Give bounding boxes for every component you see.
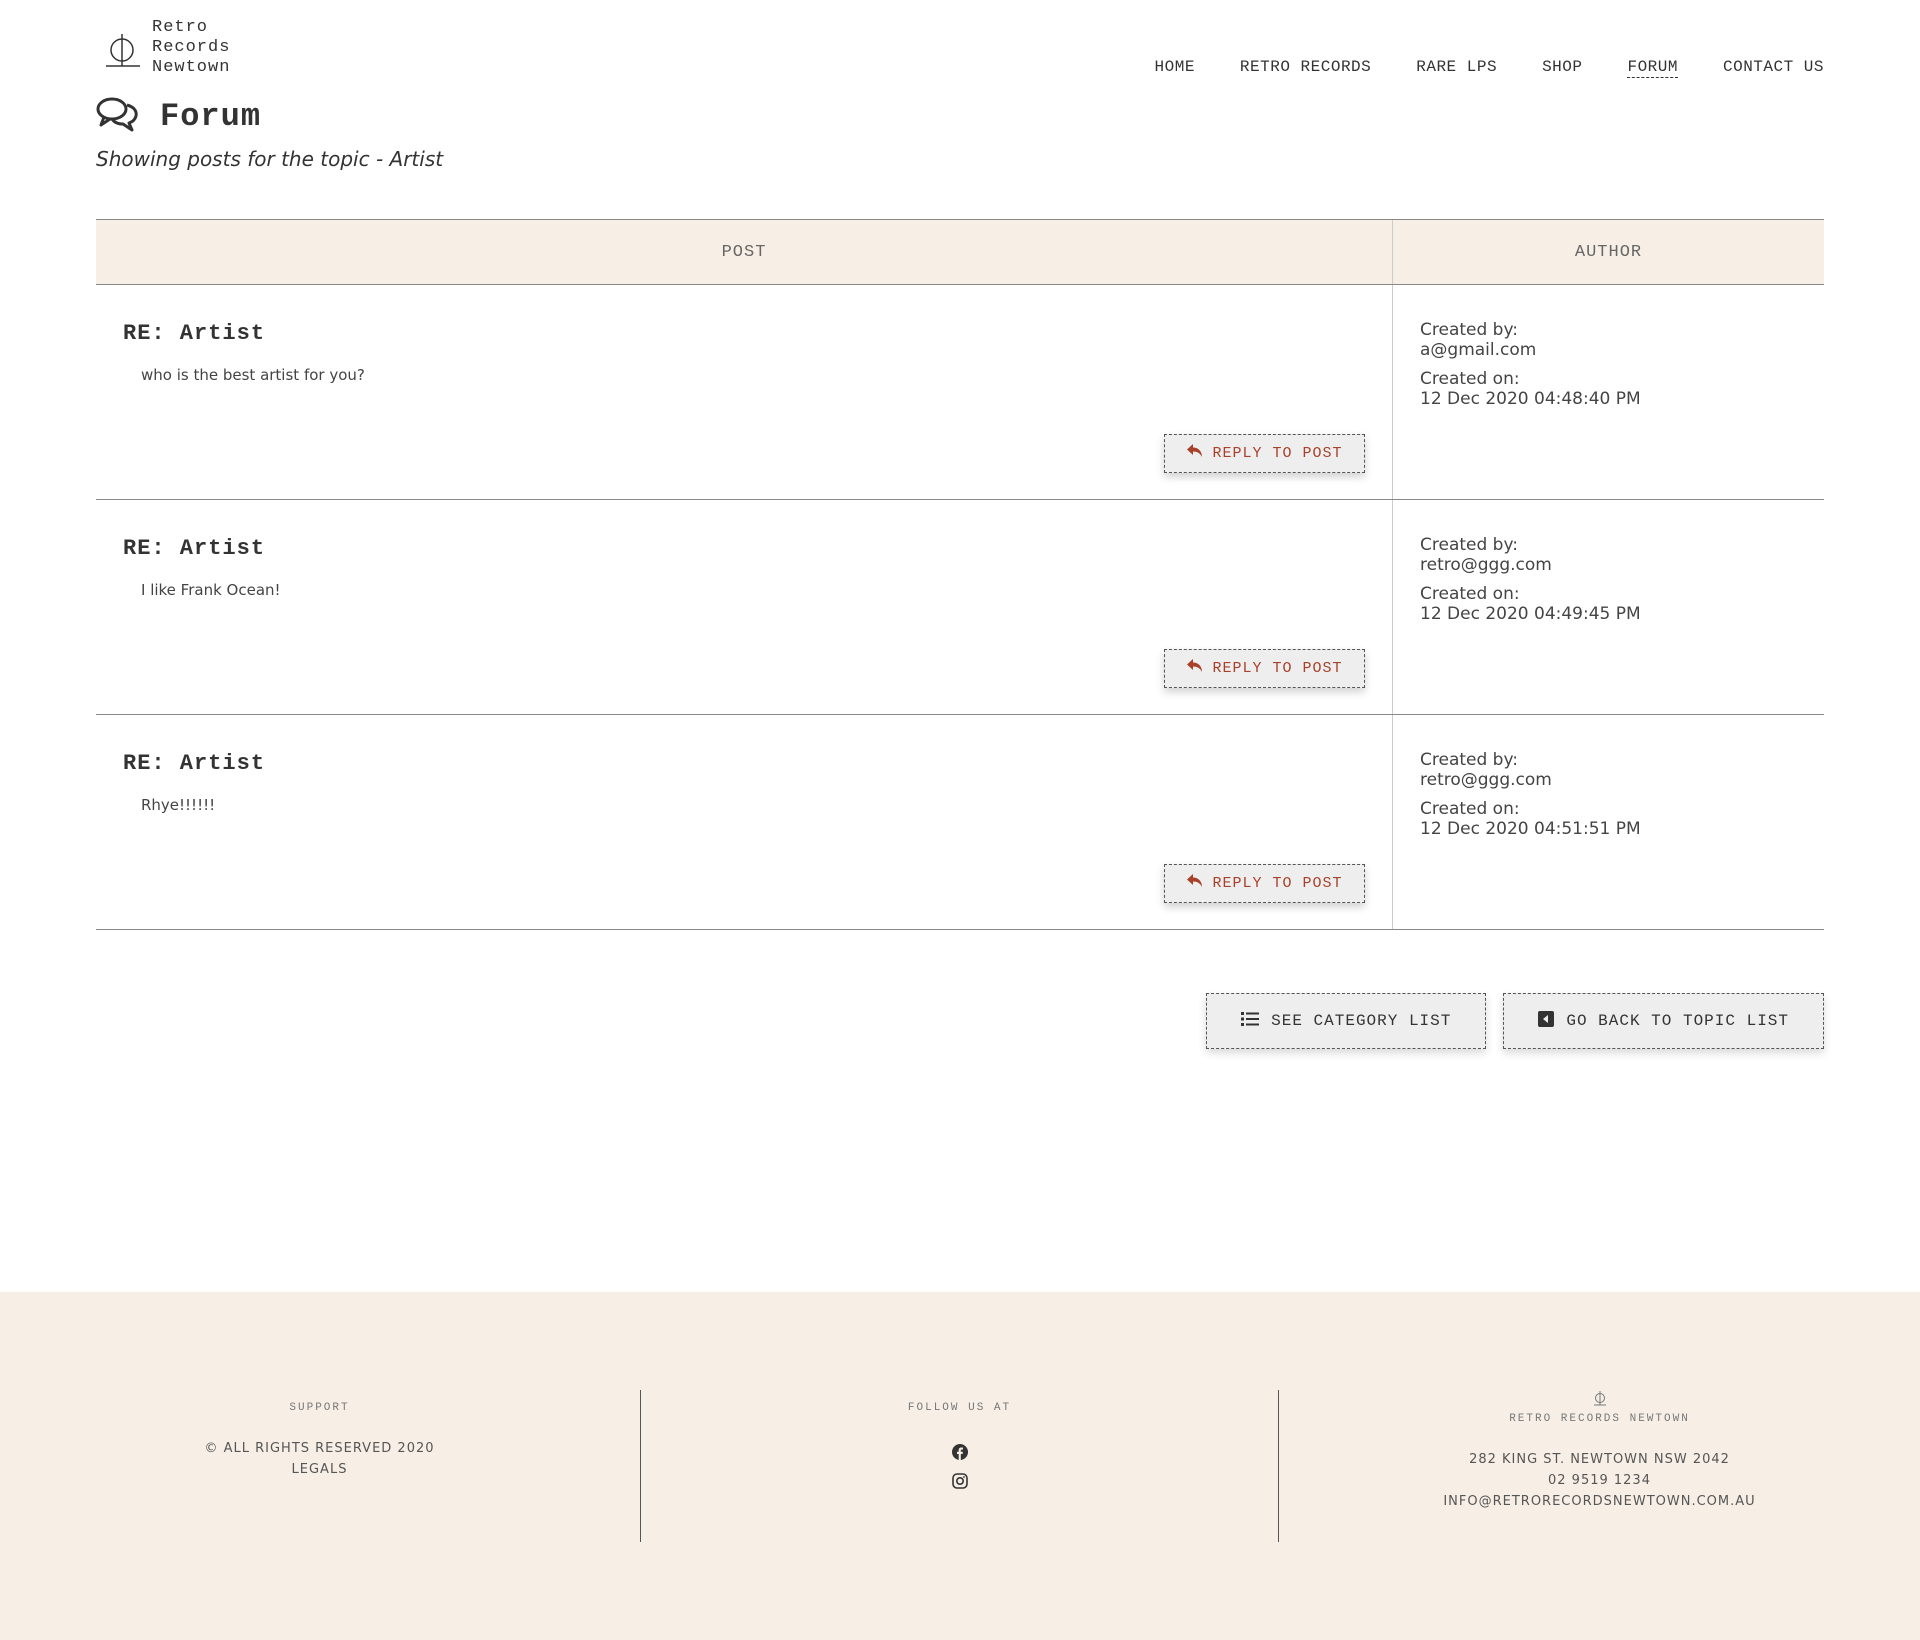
see-category-list-button[interactable]: SEE CATEGORY LIST bbox=[1206, 993, 1487, 1049]
forum-actions: SEE CATEGORY LIST GO BACK TO TOPIC LIST bbox=[1206, 993, 1824, 1049]
table-row: RE: Artist I like Frank Ocean! REPLY TO … bbox=[96, 500, 1824, 715]
author-cell: Created by: retro@ggg.com Created on: 12… bbox=[1393, 500, 1824, 714]
reply-label: REPLY TO POST bbox=[1212, 875, 1343, 892]
page-title: Forum bbox=[160, 98, 262, 135]
created-on-label: Created on: bbox=[1420, 369, 1520, 389]
logo-line-3: Newtown bbox=[152, 58, 231, 77]
author-email: retro@ggg.com bbox=[1420, 770, 1552, 790]
footer-support: SUPPORT © ALL RIGHTS RESERVED 2020 LEGAL… bbox=[0, 1390, 639, 1480]
created-by-label: Created by: bbox=[1420, 535, 1519, 555]
created-date: 12 Dec 2020 04:48:40 PM bbox=[1420, 389, 1641, 409]
site-logo[interactable]: Retro Records Newtown bbox=[106, 18, 230, 78]
store-phone[interactable]: 02 9519 1234 bbox=[1280, 1470, 1919, 1491]
list-icon bbox=[1241, 1011, 1260, 1032]
back-to-topic-list-label: GO BACK TO TOPIC LIST bbox=[1566, 1012, 1789, 1030]
post-title: RE: Artist bbox=[123, 751, 266, 776]
post-body: I like Frank Ocean! bbox=[141, 581, 281, 599]
reply-icon bbox=[1186, 873, 1204, 894]
store-address: 282 KING ST. NEWTOWN NSW 2042 bbox=[1469, 1452, 1730, 1467]
author-cell: Created by: retro@ggg.com Created on: 12… bbox=[1393, 715, 1824, 929]
reply-to-post-button[interactable]: REPLY TO POST bbox=[1164, 434, 1365, 473]
footer-contact: RETRO RECORDS NEWTOWN 282 KING ST. NEWTO… bbox=[1280, 1390, 1919, 1512]
site-header: Retro Records Newtown HOME RETRO RECORDS… bbox=[96, 18, 1824, 88]
instagram-icon[interactable] bbox=[951, 1473, 968, 1494]
logo-line-1: Retro bbox=[152, 18, 209, 37]
created-on-label: Created on: bbox=[1420, 584, 1520, 604]
created-by-label: Created by: bbox=[1420, 750, 1519, 770]
reply-icon bbox=[1186, 658, 1204, 679]
column-header-post: POST bbox=[96, 220, 1393, 284]
follow-heading: FOLLOW US AT bbox=[907, 1402, 1012, 1414]
post-body: who is the best artist for you? bbox=[141, 366, 365, 384]
nav-contact-us[interactable]: CONTACT US bbox=[1723, 58, 1824, 78]
legals-link[interactable]: LEGALS bbox=[0, 1459, 639, 1480]
footer-logo-icon bbox=[1593, 1390, 1607, 1411]
post-cell: RE: Artist who is the best artist for yo… bbox=[96, 285, 1393, 499]
created-date: 12 Dec 2020 04:49:45 PM bbox=[1420, 604, 1641, 624]
post-title: RE: Artist bbox=[123, 321, 266, 346]
post-body: Rhye!!!!!! bbox=[141, 796, 216, 814]
reply-label: REPLY TO POST bbox=[1212, 445, 1343, 462]
nav-forum[interactable]: FORUM bbox=[1627, 58, 1678, 78]
logo-line-2: Records bbox=[152, 38, 231, 57]
store-name: RETRO RECORDS NEWTOWN bbox=[1509, 1413, 1690, 1425]
reply-to-post-button[interactable]: REPLY TO POST bbox=[1164, 649, 1365, 688]
support-heading: SUPPORT bbox=[289, 1402, 350, 1414]
nav-shop[interactable]: SHOP bbox=[1542, 58, 1582, 78]
page-heading: Forum bbox=[96, 96, 261, 137]
created-by-label: Created by: bbox=[1420, 320, 1519, 340]
author-email: retro@ggg.com bbox=[1420, 555, 1552, 575]
post-title: RE: Artist bbox=[123, 536, 266, 561]
rights-text: © ALL RIGHTS RESERVED 2020 bbox=[204, 1441, 435, 1456]
table-row: RE: Artist who is the best artist for yo… bbox=[96, 285, 1824, 500]
caret-square-left-icon bbox=[1538, 1010, 1555, 1032]
comments-icon bbox=[96, 96, 138, 137]
main-nav: HOME RETRO RECORDS RARE LPS SHOP FORUM C… bbox=[1110, 58, 1824, 78]
facebook-icon[interactable] bbox=[951, 1444, 968, 1465]
nav-retro-records[interactable]: RETRO RECORDS bbox=[1240, 58, 1371, 78]
nav-rare-lps[interactable]: RARE LPS bbox=[1416, 58, 1497, 78]
site-footer: SUPPORT © ALL RIGHTS RESERVED 2020 LEGAL… bbox=[0, 1292, 1920, 1640]
reply-to-post-button[interactable]: REPLY TO POST bbox=[1164, 864, 1365, 903]
author-email: a@gmail.com bbox=[1420, 340, 1537, 360]
logo-icon bbox=[106, 26, 142, 70]
column-header-author: AUTHOR bbox=[1574, 242, 1643, 262]
logo-text: Retro Records Newtown bbox=[152, 18, 230, 78]
page-subtitle: Showing posts for the topic - Artist bbox=[96, 147, 444, 171]
post-cell: RE: Artist I like Frank Ocean! REPLY TO … bbox=[96, 500, 1393, 714]
table-header: POST AUTHOR bbox=[96, 219, 1824, 285]
post-cell: RE: Artist Rhye!!!!!! REPLY TO POST bbox=[96, 715, 1393, 929]
posts-table: POST AUTHOR RE: Artist who is the best a… bbox=[96, 219, 1824, 930]
see-category-list-label: SEE CATEGORY LIST bbox=[1271, 1012, 1452, 1030]
created-date: 12 Dec 2020 04:51:51 PM bbox=[1420, 819, 1641, 839]
created-on-label: Created on: bbox=[1420, 799, 1520, 819]
author-cell: Created by: a@gmail.com Created on: 12 D… bbox=[1393, 285, 1824, 499]
store-email[interactable]: INFO@RETRORECORDSNEWTOWN.COM.AU bbox=[1280, 1491, 1919, 1512]
nav-home[interactable]: HOME bbox=[1155, 58, 1195, 78]
table-row: RE: Artist Rhye!!!!!! REPLY TO POST Crea… bbox=[96, 715, 1824, 930]
back-to-topic-list-button[interactable]: GO BACK TO TOPIC LIST bbox=[1503, 993, 1824, 1049]
reply-label: REPLY TO POST bbox=[1212, 660, 1343, 677]
footer-follow: FOLLOW US AT bbox=[640, 1390, 1279, 1542]
reply-icon bbox=[1186, 443, 1204, 464]
